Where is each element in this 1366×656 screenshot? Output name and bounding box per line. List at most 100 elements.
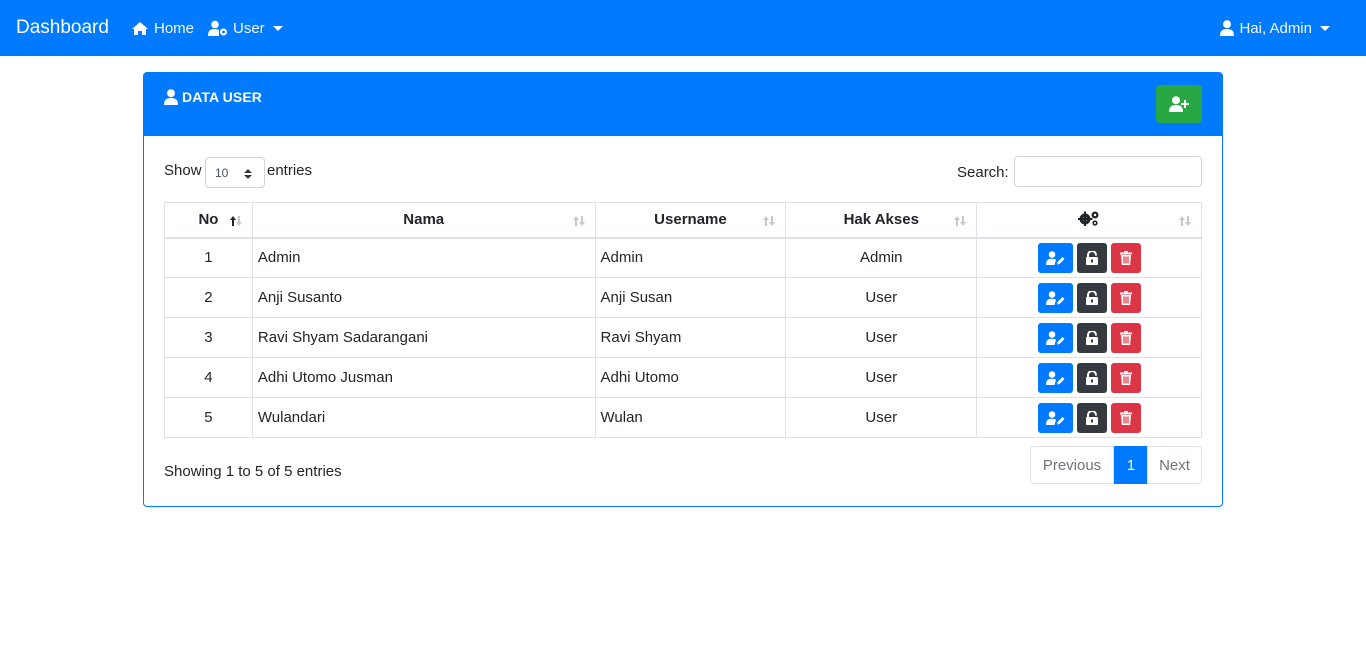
sort-icon <box>572 216 585 226</box>
unlock-icon <box>1085 370 1098 385</box>
reset-password-button[interactable] <box>1076 322 1107 353</box>
user-cog-icon <box>208 20 227 36</box>
user-table: No Nama Username Hak Akses 1 Admin Admin… <box>164 202 1202 438</box>
nav-user-label: User <box>233 19 265 37</box>
card-header: DATA USER <box>144 73 1222 136</box>
cell-actions <box>976 277 1202 318</box>
cell-nama: Ravi Shyam Sadarangani <box>251 317 596 358</box>
user-edit-icon <box>1045 250 1065 265</box>
cell-no: 2 <box>164 277 253 318</box>
cell-username: Anji Susan <box>594 277 787 318</box>
cell-username: Ravi Shyam <box>594 317 787 358</box>
edit-user-button[interactable] <box>1037 242 1073 273</box>
table-row: 2 Anji Susanto Anji Susan User <box>164 277 1202 318</box>
sort-icon <box>1179 216 1191 226</box>
unlock-icon <box>1085 290 1098 305</box>
card-title-text: DATA USER <box>182 89 262 105</box>
trash-icon <box>1119 410 1132 425</box>
table-row: 5 Wulandari Wulan User <box>164 397 1202 438</box>
user-edit-icon <box>1045 290 1065 305</box>
cell-actions <box>976 317 1202 358</box>
column-header-hak-akses[interactable]: Hak Akses <box>785 202 978 239</box>
reset-password-button[interactable] <box>1076 362 1107 393</box>
cogs-icon <box>1077 211 1099 227</box>
nav-account-dropdown[interactable]: Hai, Admin <box>1220 18 1330 38</box>
cell-hak-akses: User <box>785 277 978 318</box>
home-icon <box>132 21 148 35</box>
column-header-no[interactable]: No <box>164 202 253 239</box>
nav-home-label: Home <box>154 19 195 37</box>
cell-hak-akses: User <box>785 357 978 398</box>
cell-hak-akses: User <box>785 397 978 438</box>
delete-user-button[interactable] <box>1110 362 1141 393</box>
entries-length-value: 10 <box>215 165 229 180</box>
data-user-card: DATA USER Show 10 entries Search: No Nam… <box>143 72 1223 507</box>
nav-home[interactable]: Home <box>131 18 194 38</box>
unlock-icon <box>1085 330 1098 345</box>
cell-no: 4 <box>164 357 253 398</box>
user-icon <box>1220 20 1235 36</box>
pagination-page-1[interactable]: 1 <box>1114 446 1148 484</box>
table-row: 1 Admin Admin Admin <box>164 236 1202 278</box>
delete-user-button[interactable] <box>1110 322 1141 353</box>
table-row: 3 Ravi Shyam Sadarangani Ravi Shyam User <box>164 317 1202 358</box>
column-header-username[interactable]: Username <box>594 202 787 239</box>
entries-length-select[interactable]: 10 <box>205 157 265 188</box>
pagination: Previous 1 Next <box>1030 446 1202 484</box>
user-icon <box>164 89 178 105</box>
edit-user-button[interactable] <box>1037 322 1073 353</box>
user-edit-icon <box>1045 370 1065 385</box>
sort-icon <box>763 216 776 226</box>
delete-user-button[interactable] <box>1110 402 1141 433</box>
cell-nama: Wulandari <box>251 397 596 438</box>
add-user-button[interactable] <box>1156 85 1202 123</box>
top-navbar: Dashboard Home User Hai, Admin <box>0 0 1366 56</box>
cell-username: Wulan <box>594 397 787 438</box>
delete-user-button[interactable] <box>1110 282 1141 313</box>
user-plus-icon <box>1169 96 1189 112</box>
cell-nama: Admin <box>251 236 596 278</box>
search-label: Search: <box>957 164 1009 181</box>
cell-no: 5 <box>164 397 253 438</box>
reset-password-button[interactable] <box>1076 402 1107 433</box>
trash-icon <box>1119 250 1132 265</box>
pagination-previous[interactable]: Previous <box>1030 446 1114 484</box>
column-header-actions[interactable] <box>976 202 1202 239</box>
trash-icon <box>1119 370 1132 385</box>
show-label: Show <box>164 162 202 179</box>
cell-nama: Adhi Utomo Jusman <box>251 357 596 398</box>
sort-ascending-icon <box>229 216 242 226</box>
sort-icon <box>954 216 967 226</box>
caret-down-icon <box>1320 25 1330 31</box>
nav-account-label: Hai, Admin <box>1239 19 1312 37</box>
cell-no: 3 <box>164 317 253 358</box>
select-arrows-icon <box>244 169 252 179</box>
cell-username: Admin <box>594 236 787 278</box>
cell-no: 1 <box>164 236 253 278</box>
caret-down-icon <box>272 25 283 31</box>
nav-user-dropdown[interactable]: User <box>208 18 283 38</box>
cell-username: Adhi Utomo <box>594 357 787 398</box>
edit-user-button[interactable] <box>1037 282 1073 313</box>
column-header-nama[interactable]: Nama <box>251 202 596 239</box>
unlock-icon <box>1085 250 1098 265</box>
cell-actions <box>976 236 1202 278</box>
edit-user-button[interactable] <box>1037 402 1073 433</box>
user-edit-icon <box>1045 410 1065 425</box>
cell-hak-akses: User <box>785 317 978 358</box>
reset-password-button[interactable] <box>1076 282 1107 313</box>
unlock-icon <box>1085 410 1098 425</box>
user-edit-icon <box>1045 330 1065 345</box>
reset-password-button[interactable] <box>1076 242 1107 273</box>
card-title: DATA USER <box>164 89 262 105</box>
table-info: Showing 1 to 5 of 5 entries <box>164 463 342 480</box>
edit-user-button[interactable] <box>1037 362 1073 393</box>
delete-user-button[interactable] <box>1110 242 1141 273</box>
brand-link[interactable]: Dashboard <box>16 16 109 40</box>
table-body: 1 Admin Admin Admin 2 Anji Susanto Anji … <box>164 236 1202 438</box>
pagination-next[interactable]: Next <box>1147 446 1202 484</box>
trash-icon <box>1119 290 1132 305</box>
trash-icon <box>1119 330 1132 345</box>
search-input[interactable] <box>1014 156 1202 187</box>
cell-actions <box>976 397 1202 438</box>
